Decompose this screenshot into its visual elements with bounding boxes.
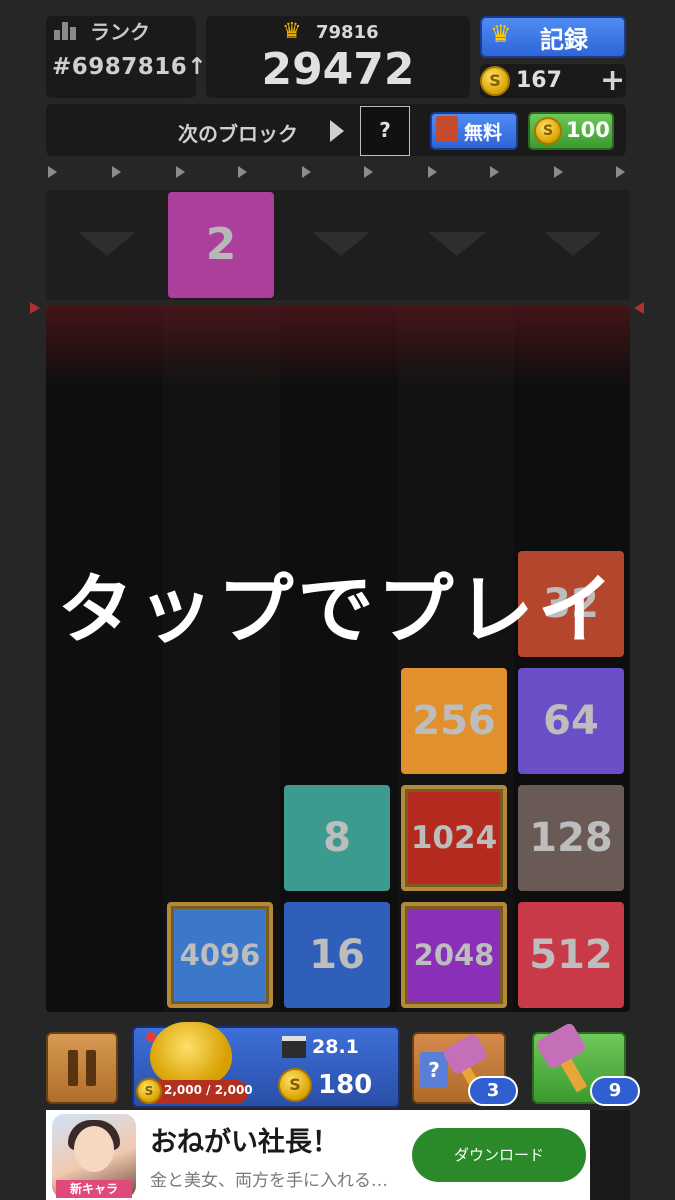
mystery-card-icon: ?: [420, 1052, 448, 1088]
drop-column-1-icon[interactable]: [78, 232, 136, 256]
piggy-progress: 2,000 / 2,000: [164, 1083, 253, 1097]
drop-column-5-icon[interactable]: [544, 232, 602, 256]
piggy-bank-icon: [150, 1022, 232, 1084]
notification-dot: [146, 1032, 156, 1042]
clapperboard-icon: [282, 1036, 306, 1058]
ad-character-face: [74, 1126, 114, 1172]
column-marker-icon: [112, 166, 121, 178]
column-marker-icon: [490, 166, 499, 178]
record-label: 記録: [540, 26, 588, 54]
danger-marker-icon: [30, 302, 40, 314]
pause-icon: [64, 1050, 100, 1086]
danger-marker-icon: [634, 302, 644, 314]
free-label: 無料: [464, 122, 503, 144]
clapperboard-icon: [436, 116, 458, 142]
tap-to-play-overlay[interactable]: タップでプレイ: [0, 548, 675, 658]
ad-side: [590, 1110, 630, 1200]
next-block-label: 次のブロック: [178, 122, 298, 146]
piggy-amount: 180: [318, 1070, 373, 1100]
drop-tile[interactable]: 2: [168, 192, 274, 298]
crown-icon: ♛: [490, 20, 512, 48]
tile: 64: [518, 668, 624, 774]
next-block-preview: ?: [360, 106, 410, 156]
drop-column-3-icon[interactable]: [312, 232, 370, 256]
column-marker-icon: [364, 166, 373, 178]
best-score: 79816: [316, 22, 379, 43]
ad-badge: 新キャラ: [56, 1180, 132, 1198]
tile: 512: [518, 902, 624, 1008]
rank-label: ランク: [90, 20, 150, 44]
coin-icon: S: [278, 1068, 312, 1102]
ad-title: おねがい社長！: [150, 1127, 339, 1158]
ad-download-button[interactable]: ダウンロード: [412, 1128, 586, 1182]
column-marker-icon: [48, 166, 57, 178]
rank-value: #6987816↑: [52, 54, 208, 80]
column-marker-icon: [616, 166, 625, 178]
tile: 4096: [167, 902, 273, 1008]
add-coin-button[interactable]: +: [600, 66, 625, 96]
tile: 1024: [401, 785, 507, 891]
coin-count: 167: [516, 68, 562, 93]
hammer-count: 9: [590, 1076, 640, 1106]
tile: 128: [518, 785, 624, 891]
tile: 2048: [401, 902, 507, 1008]
coin-icon: S: [534, 117, 562, 145]
column-marker-icon: [238, 166, 247, 178]
coin-icon: S: [480, 66, 510, 96]
crown-icon: ♛: [282, 19, 302, 44]
mystery-hammer-count: 3: [468, 1076, 518, 1106]
column-marker-icon: [302, 166, 311, 178]
ad-timer: 28.1: [312, 1036, 359, 1058]
column-marker-icon: [428, 166, 437, 178]
tile: 256: [401, 668, 507, 774]
play-arrow-icon: [330, 120, 344, 142]
danger-zone: [46, 306, 630, 386]
rank-chart-icon: [54, 20, 78, 40]
coin-icon: S: [136, 1078, 162, 1104]
tile: 8: [284, 785, 390, 891]
column-marker-icon: [176, 166, 185, 178]
drop-column-4-icon[interactable]: [428, 232, 486, 256]
current-score: 29472: [261, 44, 415, 95]
tile: 16: [284, 902, 390, 1008]
ad-subtitle: 金と美女、両方を手に入れる…: [150, 1171, 388, 1191]
coin-cost-label: 100: [566, 118, 610, 142]
column-marker-icon: [554, 166, 563, 178]
